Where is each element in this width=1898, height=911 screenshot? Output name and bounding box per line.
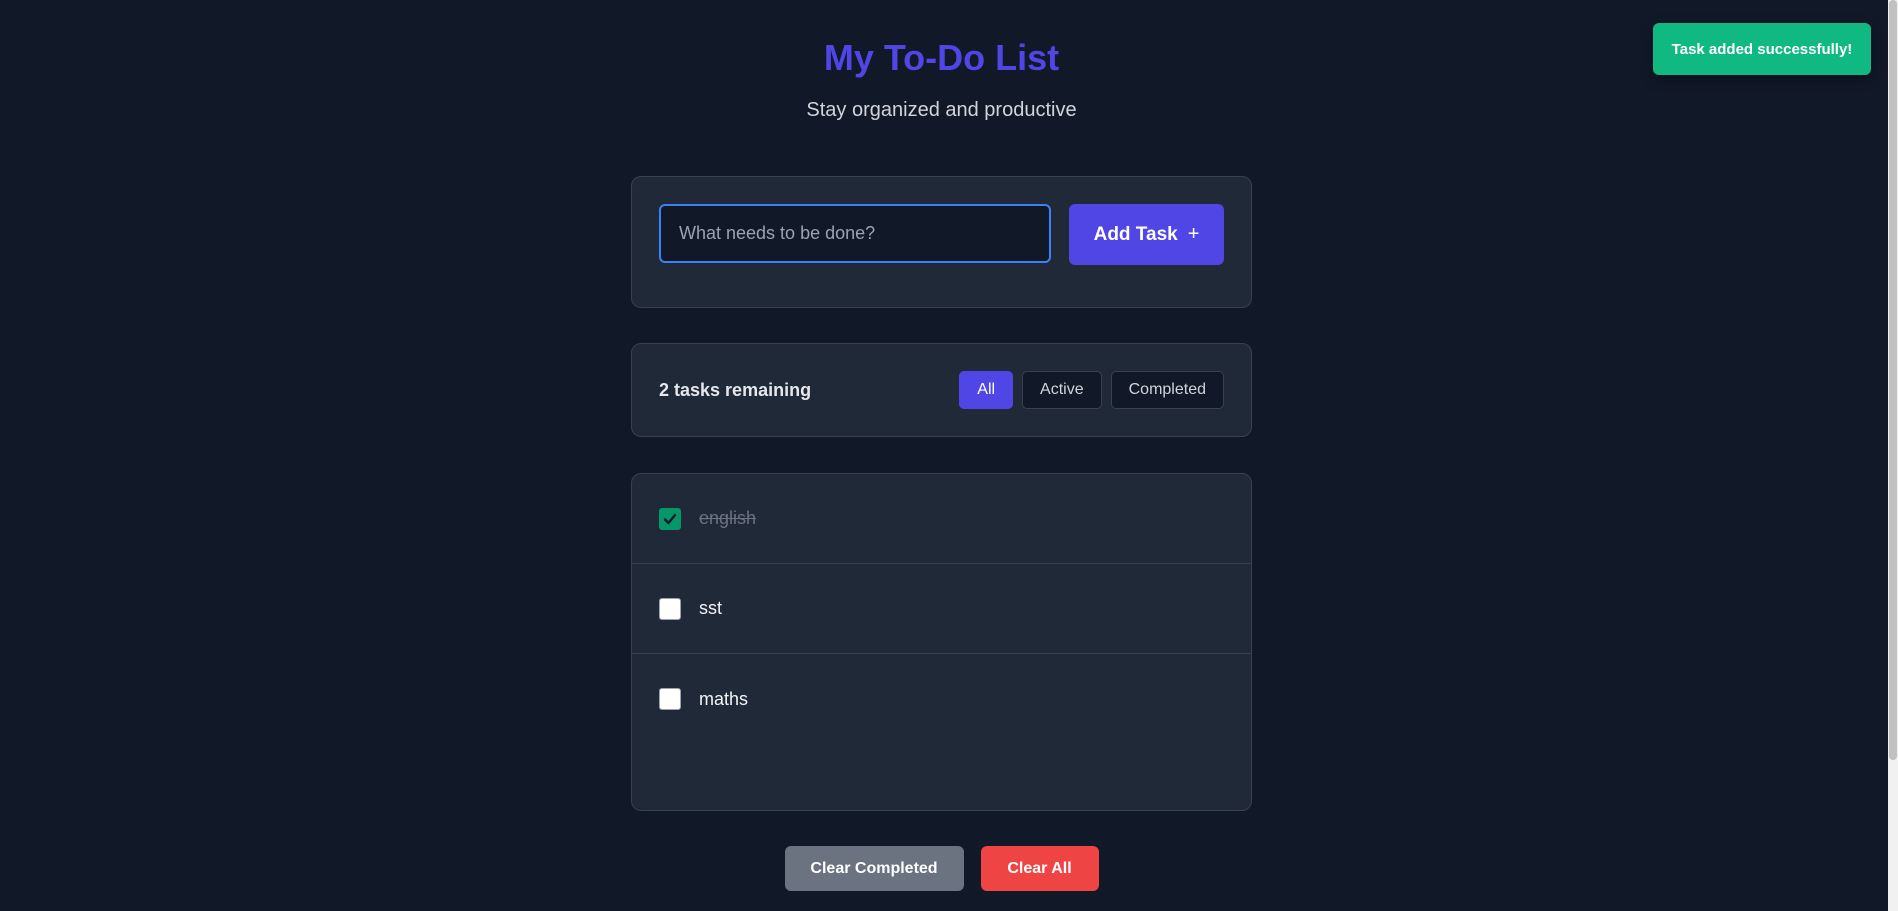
filter-group: All Active Completed bbox=[959, 371, 1224, 409]
page: Task added successfully! My To-Do List S… bbox=[0, 0, 1898, 911]
toast-message: Task added successfully! bbox=[1671, 40, 1853, 58]
scrollbar-thumb[interactable] bbox=[1889, 0, 1897, 760]
task-text-english: english bbox=[699, 508, 757, 528]
add-task-card: Add Task + bbox=[631, 176, 1252, 308]
page-scrollbar[interactable] bbox=[1888, 0, 1898, 911]
task-checkbox-maths[interactable] bbox=[659, 688, 681, 710]
clear-completed-button[interactable]: Clear Completed bbox=[784, 846, 964, 891]
app-container: My To-Do List Stay organized and product… bbox=[631, 0, 1252, 891]
filter-completed-button[interactable]: Completed bbox=[1110, 371, 1224, 409]
add-task-label: Add Task bbox=[1093, 223, 1178, 245]
page-title: My To-Do List bbox=[823, 37, 1060, 78]
toast-notification: Task added successfully! bbox=[1653, 23, 1871, 75]
task-item-sst: sst bbox=[632, 564, 1251, 654]
task-text-maths: maths bbox=[699, 688, 749, 709]
task-item-english: english bbox=[632, 474, 1251, 564]
plus-icon: + bbox=[1187, 223, 1200, 245]
task-checkbox-english[interactable] bbox=[659, 507, 681, 530]
add-task-button[interactable]: Add Task + bbox=[1069, 204, 1224, 265]
checkmark-icon bbox=[663, 513, 677, 524]
clear-all-button[interactable]: Clear All bbox=[980, 846, 1099, 891]
filter-card: 2 tasks remaining All Active Completed bbox=[631, 343, 1252, 437]
task-text-sst: sst bbox=[699, 598, 723, 618]
task-list: english sst maths bbox=[631, 473, 1252, 811]
task-checkbox-sst[interactable] bbox=[659, 597, 681, 620]
page-subtitle: Stay organized and productive bbox=[806, 99, 1077, 121]
task-item-maths: maths bbox=[632, 654, 1251, 744]
bottom-actions: Clear Completed Clear All bbox=[631, 846, 1252, 891]
tasks-remaining-count: 2 tasks remaining bbox=[659, 380, 812, 400]
filter-all-button[interactable]: All bbox=[959, 371, 1014, 409]
filter-active-button[interactable]: Active bbox=[1022, 371, 1102, 409]
task-input[interactable] bbox=[659, 204, 1051, 263]
